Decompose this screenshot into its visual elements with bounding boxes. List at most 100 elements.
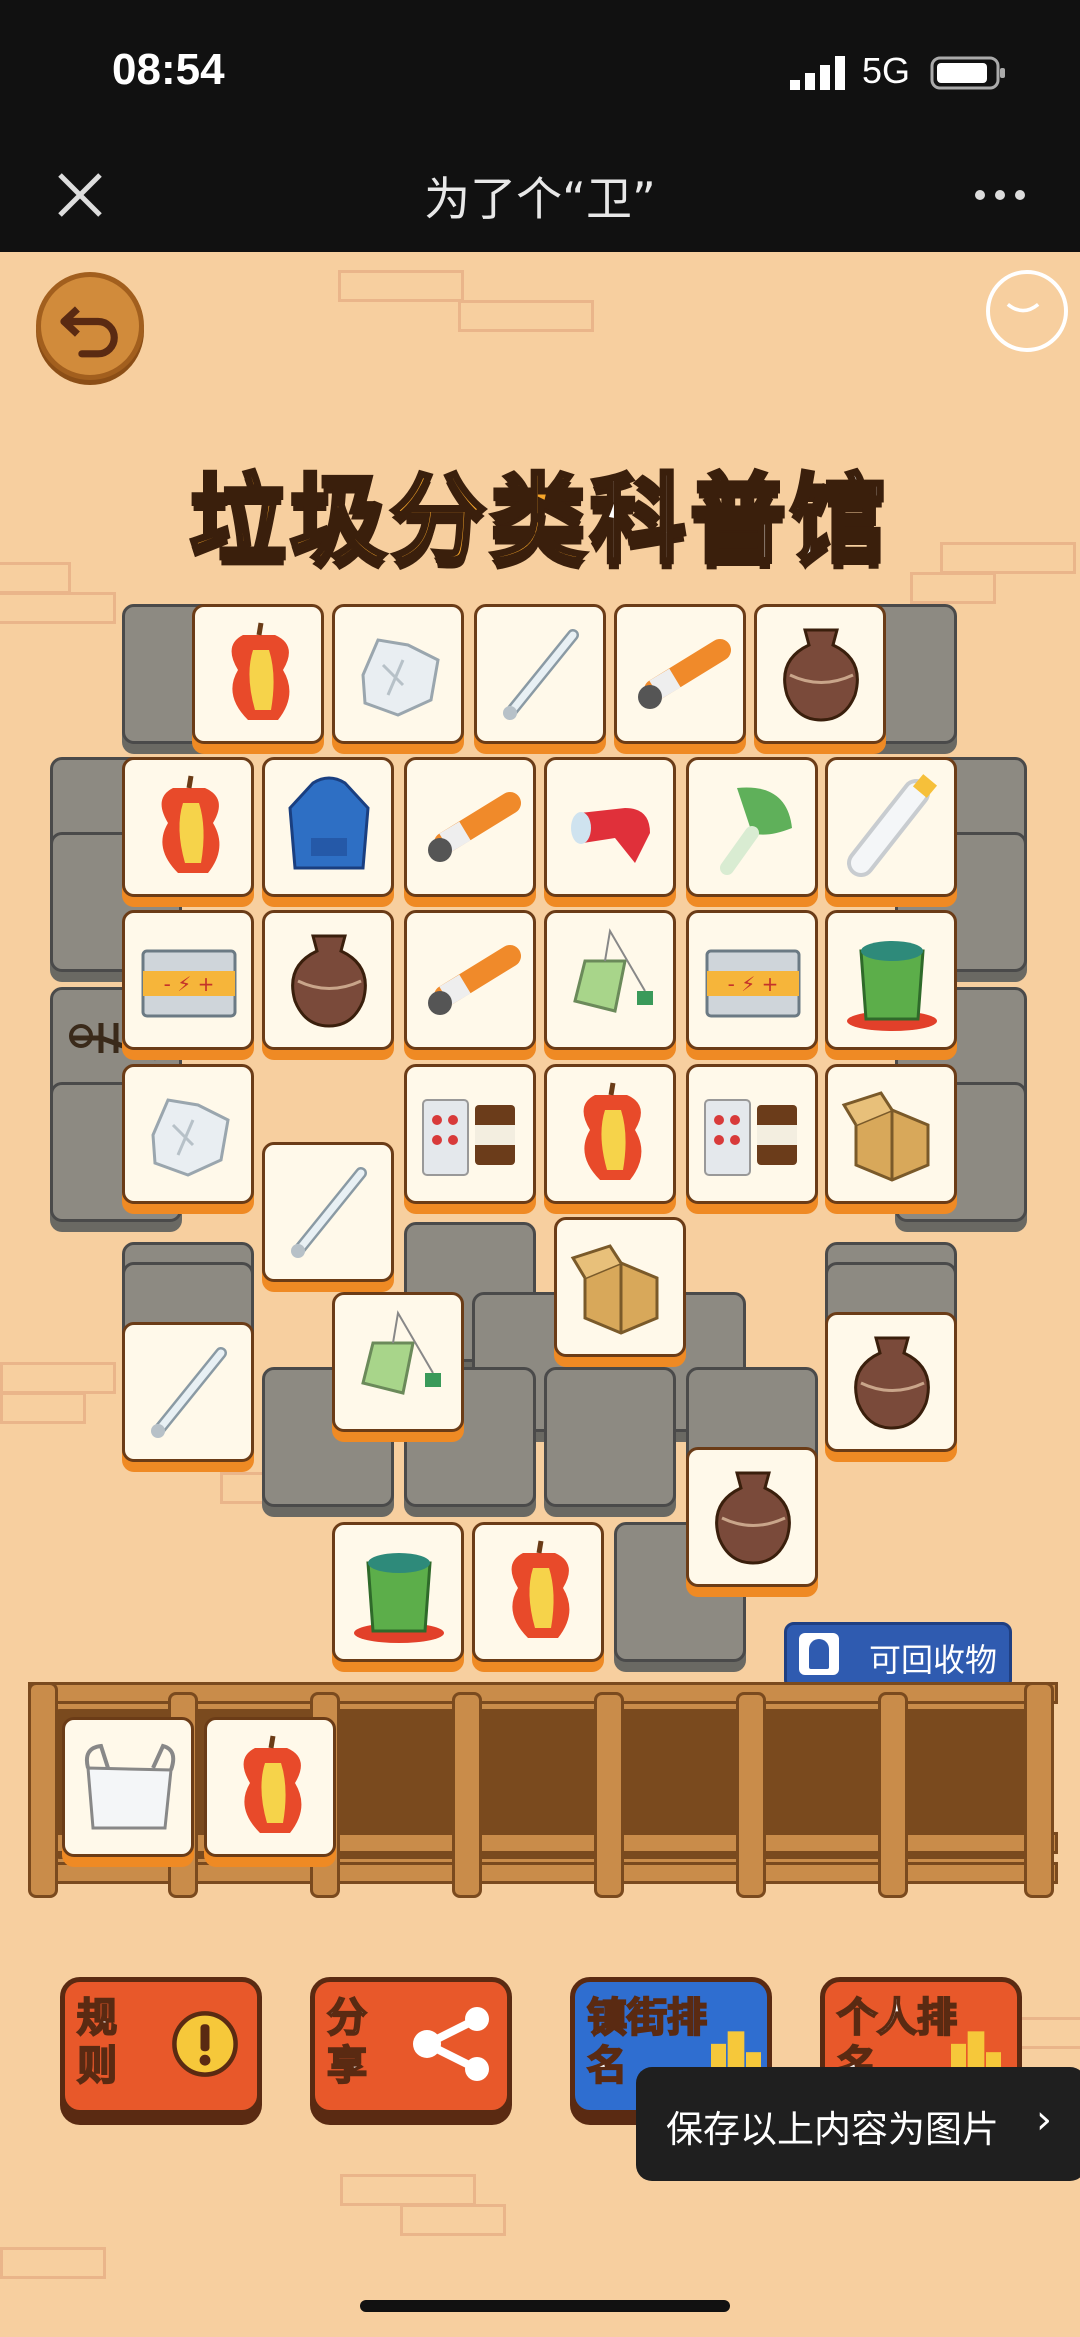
battery-icon: - ⚡ + — [141, 949, 237, 1018]
thermometer-icon — [503, 629, 579, 720]
tile-medicine[interactable] — [404, 1064, 536, 1204]
pottery-jar-icon — [715, 1471, 791, 1565]
brick-decoration — [0, 1362, 116, 1394]
tile-pottery-jar[interactable] — [686, 1447, 818, 1587]
menu-face-button[interactable] — [986, 270, 1068, 352]
slot-tile-plastic-bag[interactable] — [62, 1717, 194, 1857]
title-part2: 科普馆 — [588, 462, 890, 578]
apple-core-icon — [161, 775, 220, 873]
exclamation-icon — [172, 2011, 238, 2077]
tile-apple-core[interactable] — [192, 604, 324, 744]
brick-decoration — [0, 592, 116, 624]
svg-text:- ⚡ +: - ⚡ + — [164, 972, 215, 996]
chevron-right-icon: › — [1036, 2097, 1052, 2143]
paint-bucket-icon — [354, 1553, 444, 1643]
tile-thermometer[interactable] — [474, 604, 606, 744]
undo-button[interactable] — [36, 272, 144, 380]
fence-post — [878, 1692, 908, 1898]
fence-post — [452, 1692, 482, 1898]
title-part1: 垃圾分类 — [188, 462, 590, 578]
medicine-icon — [704, 1099, 797, 1176]
cigarette-icon — [638, 639, 731, 709]
tile-tea-bag[interactable] — [544, 910, 676, 1050]
tile-battery[interactable]: - ⚡ + — [122, 910, 254, 1050]
tile-tissue[interactable] — [122, 1064, 254, 1204]
plastic-bottle-icon — [847, 774, 938, 877]
tile-paint-bucket[interactable] — [332, 1522, 464, 1662]
tile-cigarette[interactable] — [404, 757, 536, 897]
tile-thermometer[interactable] — [122, 1322, 254, 1462]
pottery-jar-icon — [291, 934, 367, 1028]
tea-bag-icon — [361, 1310, 441, 1395]
tissue-icon — [151, 1098, 230, 1177]
tile-plastic-tube[interactable] — [544, 757, 676, 897]
fence-post — [28, 1682, 58, 1898]
share-icon — [413, 2007, 489, 2081]
cigarette-icon — [428, 792, 521, 862]
tile-tissue[interactable] — [332, 604, 464, 744]
tile-pottery-jar[interactable] — [754, 604, 886, 744]
brick-decoration — [340, 2174, 476, 2206]
brick-decoration — [400, 2204, 506, 2236]
battery-icon — [930, 56, 1005, 90]
recyclable-button[interactable]: 可回收物 — [784, 1622, 1012, 1690]
toast-text: 保存以上内容为图片 — [666, 2108, 999, 2151]
tile-battery[interactable]: - ⚡ + — [686, 910, 818, 1050]
more-icon[interactable] — [970, 175, 1030, 215]
nav-bar: 为了个“卫” — [0, 145, 1080, 252]
tile-thermometer[interactable] — [262, 1142, 394, 1282]
rules-label: 规则 — [76, 1994, 118, 2090]
fence-post — [1024, 1682, 1054, 1898]
paint-bucket-icon — [847, 941, 937, 1031]
brick-decoration — [0, 1392, 86, 1424]
status-bar: 08:54 5G — [0, 0, 1080, 145]
tile-cabbage[interactable] — [686, 757, 818, 897]
tile-tea-bag[interactable] — [332, 1292, 464, 1432]
medicine-icon — [422, 1099, 515, 1176]
rules-button[interactable]: 规则 — [60, 1977, 262, 2115]
status-time: 08:54 — [112, 45, 225, 94]
brick-decoration — [0, 2247, 106, 2279]
save-image-toast[interactable]: 保存以上内容为图片 › — [636, 2067, 1080, 2181]
tile-pottery-jar[interactable] — [262, 910, 394, 1050]
network-label: 5G — [862, 50, 911, 91]
pottery-jar-icon — [783, 628, 859, 722]
battery-icon: - ⚡ + — [705, 949, 801, 1018]
share-button[interactable]: 分享 — [310, 1977, 512, 2115]
brick-decoration — [338, 270, 464, 302]
tea-bag-icon — [573, 928, 653, 1013]
game-title: 垃圾分类科普馆 — [0, 442, 1080, 581]
tile-apple-core[interactable] — [472, 1522, 604, 1662]
home-indicator — [360, 2300, 730, 2312]
cardboard-box-icon — [841, 1091, 930, 1182]
tissue-icon — [361, 638, 440, 717]
slot-tile-apple-core[interactable] — [204, 1717, 336, 1857]
thermometer-icon — [291, 1167, 367, 1258]
tile-apple-core[interactable] — [122, 757, 254, 897]
tile-pottery-jar[interactable] — [825, 1312, 957, 1452]
pottery-jar-icon — [854, 1336, 930, 1430]
signal-icon — [790, 56, 845, 90]
tile-apple-core[interactable] — [544, 1064, 676, 1204]
recyclable-label: 可回收物 — [869, 1641, 998, 1679]
tile-plastic-bottle[interactable] — [825, 757, 957, 897]
apple-core-icon — [511, 1540, 570, 1638]
apple-core-icon — [243, 1735, 302, 1833]
share-label: 分享 — [326, 1994, 368, 2090]
apple-core-icon — [231, 622, 290, 720]
fence-post — [594, 1692, 624, 1898]
tile-cardboard-box[interactable] — [554, 1217, 686, 1357]
tile-paint-bucket[interactable] — [825, 910, 957, 1050]
tile-cigarette[interactable] — [614, 604, 746, 744]
tile-cardboard-box[interactable] — [825, 1064, 957, 1204]
tile-cigarette[interactable] — [404, 910, 536, 1050]
plastic-tube-icon — [571, 808, 650, 863]
cabbage-icon — [720, 787, 792, 875]
tile-medicine[interactable] — [686, 1064, 818, 1204]
tile-hoodie[interactable] — [262, 757, 394, 897]
face-icon — [1006, 302, 1040, 313]
page-title: 为了个“卫” — [424, 172, 656, 226]
undo-icon — [60, 306, 118, 358]
hoodie-icon — [288, 776, 370, 870]
brick-decoration — [458, 300, 594, 332]
